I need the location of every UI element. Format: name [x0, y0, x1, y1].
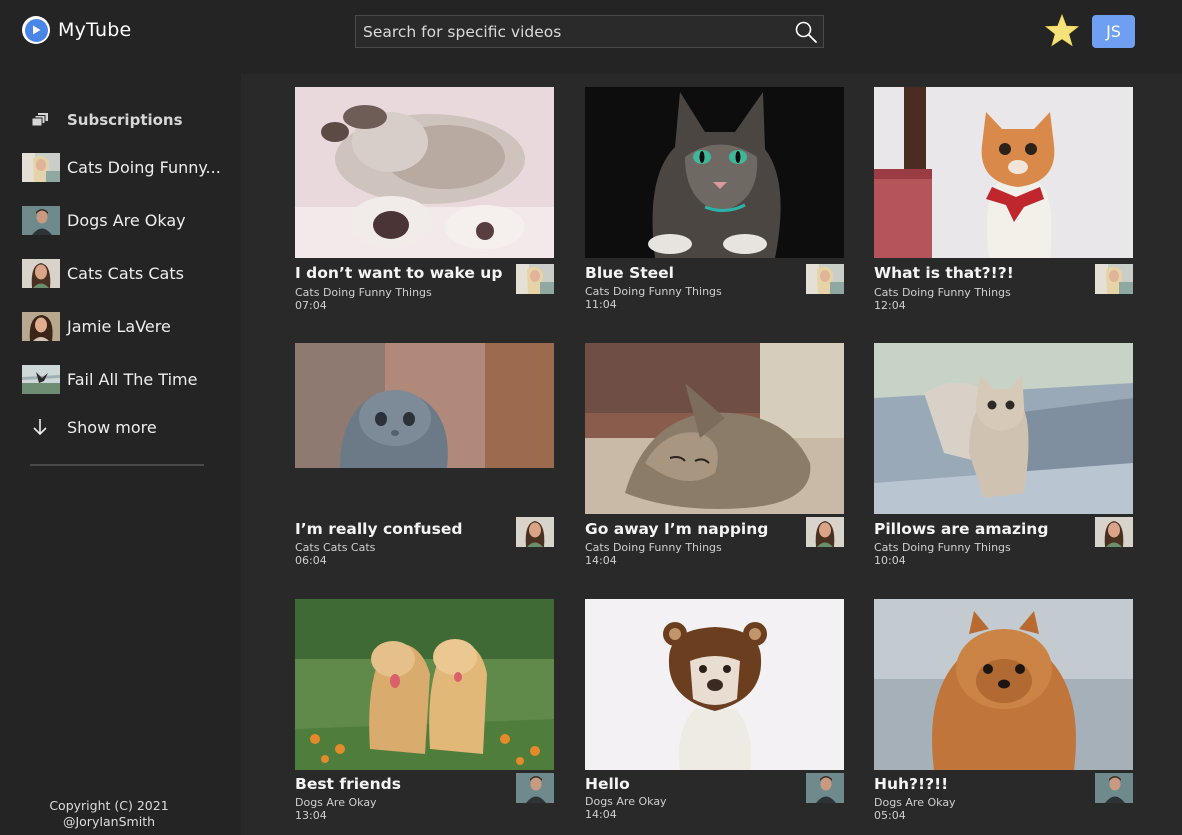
video-title[interactable]: I’m really confused — [295, 520, 510, 538]
video-thumbnail[interactable] — [874, 599, 1133, 770]
video-channel[interactable]: Cats Doing Funny Things — [874, 541, 1011, 554]
channel-avatar[interactable] — [806, 264, 844, 294]
video-card[interactable]: Pillows are amazing Cats Doing Funny Thi… — [874, 343, 1133, 573]
sidebar-channel-fail-all-the-time[interactable]: Fail All The Time — [22, 364, 197, 394]
video-duration: 13:04 — [295, 809, 327, 822]
video-card[interactable]: What is that?!?! Cats Doing Funny Things… — [874, 87, 1133, 317]
channel-avatar[interactable] — [806, 773, 844, 803]
channel-avatar[interactable] — [806, 517, 844, 547]
video-thumbnail[interactable] — [585, 87, 844, 258]
channel-avatar[interactable] — [1095, 264, 1133, 294]
sidebar-channel-name: Cats Doing Funny... — [67, 157, 221, 177]
video-channel[interactable]: Cats Doing Funny Things — [874, 286, 1011, 299]
video-duration: 07:04 — [295, 299, 327, 312]
channel-avatar[interactable] — [516, 773, 554, 803]
video-title[interactable]: Go away I’m napping — [585, 520, 800, 538]
sidebar-channel-name: Cats Cats Cats — [67, 263, 184, 283]
app-title: MyTube — [58, 19, 132, 41]
video-channel[interactable]: Dogs Are Okay — [874, 796, 956, 809]
video-duration: 14:04 — [585, 808, 617, 821]
video-thumbnail[interactable] — [874, 87, 1133, 258]
play-icon — [22, 16, 50, 44]
video-thumbnail[interactable] — [295, 87, 554, 258]
video-channel[interactable]: Cats Doing Funny Things — [585, 285, 722, 298]
video-title[interactable]: Huh?!?!! — [874, 775, 1089, 793]
video-card[interactable]: Huh?!?!! Dogs Are Okay 05:04 — [874, 599, 1133, 829]
sidebar-channel-cats-cats-cats[interactable]: Cats Cats Cats — [22, 258, 184, 288]
video-card[interactable]: I’m really confused Cats Cats Cats 06:04 — [295, 343, 554, 573]
search-bar — [355, 15, 824, 48]
video-channel[interactable]: Cats Cats Cats — [295, 541, 375, 554]
sidebar-divider — [30, 464, 204, 466]
video-title[interactable]: Best friends — [295, 775, 510, 793]
sidebar-channel-cats-doing-funny[interactable]: Cats Doing Funny... — [22, 152, 221, 182]
copyright: Copyright (C) 2021 @JoryIanSmith — [0, 798, 218, 830]
channel-avatar[interactable] — [516, 264, 554, 294]
show-more-button[interactable]: Show more — [31, 417, 157, 437]
video-duration: 11:04 — [585, 298, 617, 311]
video-card[interactable]: Blue Steel Cats Doing Funny Things 11:04 — [585, 87, 844, 317]
video-duration: 05:04 — [874, 809, 906, 822]
video-card[interactable]: Go away I’m napping Cats Doing Funny Thi… — [585, 343, 844, 573]
video-thumbnail[interactable] — [295, 343, 554, 514]
video-thumbnail[interactable] — [585, 343, 844, 514]
arrow-down-icon — [33, 419, 47, 436]
channel-avatar[interactable] — [516, 517, 554, 547]
video-duration: 12:04 — [874, 299, 906, 312]
video-title[interactable]: I don’t want to wake up — [295, 264, 510, 282]
subscriptions-header[interactable]: Subscriptions — [31, 111, 183, 129]
sidebar: Subscriptions Cats Doing Funny... Dogs A… — [0, 66, 241, 835]
user-avatar-button[interactable]: JS — [1092, 15, 1135, 48]
channel-avatar — [22, 258, 60, 288]
video-duration: 10:04 — [874, 554, 906, 567]
video-title[interactable]: What is that?!?! — [874, 264, 1089, 282]
video-title[interactable]: Pillows are amazing — [874, 520, 1089, 538]
video-thumbnail[interactable] — [585, 599, 844, 770]
show-more-label: Show more — [67, 417, 157, 437]
channel-avatar[interactable] — [1095, 517, 1133, 547]
sidebar-channel-name: Fail All The Time — [67, 369, 198, 389]
sidebar-channel-name: Jamie LaVere — [67, 316, 171, 336]
video-grid: I don’t want to wake up Cats Doing Funny… — [241, 74, 1182, 835]
subscriptions-label: Subscriptions — [67, 111, 183, 129]
video-card[interactable]: Best friends Dogs Are Okay 13:04 — [295, 599, 554, 829]
sidebar-channel-dogs-are-okay[interactable]: Dogs Are Okay — [22, 205, 186, 235]
video-channel[interactable]: Cats Doing Funny Things — [295, 286, 432, 299]
channel-avatar — [22, 152, 60, 182]
video-thumbnail[interactable] — [295, 599, 554, 770]
video-thumbnail[interactable] — [874, 343, 1133, 514]
search-icon[interactable] — [789, 16, 823, 47]
video-title[interactable]: Hello — [585, 775, 800, 793]
video-channel[interactable]: Cats Doing Funny Things — [585, 541, 722, 554]
subscriptions-icon — [31, 113, 48, 127]
channel-avatar — [22, 311, 60, 341]
channel-avatar[interactable] — [1095, 773, 1133, 803]
sidebar-channel-jamie-lavere[interactable]: Jamie LaVere — [22, 311, 171, 341]
sidebar-channel-name: Dogs Are Okay — [67, 210, 186, 230]
video-duration: 14:04 — [585, 554, 617, 567]
video-title[interactable]: Blue Steel — [585, 264, 800, 282]
channel-avatar — [22, 364, 60, 394]
video-channel[interactable]: Dogs Are Okay — [295, 796, 377, 809]
copyright-handle: @JoryIanSmith — [62, 814, 156, 829]
search-input[interactable] — [356, 16, 789, 47]
channel-avatar — [22, 205, 60, 235]
logo[interactable]: MyTube — [22, 16, 131, 44]
copyright-line: Copyright (C) 2021 — [49, 798, 169, 813]
video-duration: 06:04 — [295, 554, 327, 567]
star-icon[interactable] — [1044, 13, 1080, 49]
top-bar: MyTube JS — [0, 0, 1182, 66]
video-card[interactable]: I don’t want to wake up Cats Doing Funny… — [295, 87, 554, 317]
video-card[interactable]: Hello Dogs Are Okay 14:04 — [585, 599, 844, 829]
video-channel[interactable]: Dogs Are Okay — [585, 795, 667, 808]
